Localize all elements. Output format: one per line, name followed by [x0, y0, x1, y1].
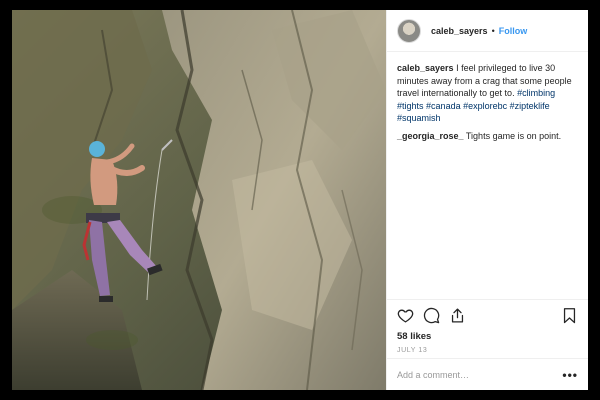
more-options-icon[interactable]: •••: [562, 369, 578, 381]
caption-username[interactable]: caleb_sayers: [397, 63, 454, 73]
follow-button[interactable]: Follow: [499, 26, 528, 36]
hashtag-link[interactable]: #zipteklife: [510, 101, 550, 111]
add-comment-bar: •••: [387, 358, 588, 390]
share-icon[interactable]: [449, 307, 466, 324]
post-header: caleb_sayers • Follow: [387, 10, 588, 52]
post-caption: caleb_sayers I feel privileged to live 3…: [397, 62, 578, 125]
post-date: JULY 13: [397, 347, 428, 354]
avatar[interactable]: [397, 18, 421, 43]
hashtag-link[interactable]: #tights: [397, 101, 424, 111]
author-username[interactable]: caleb_sayers: [431, 26, 488, 36]
hashtag-link[interactable]: #squamish: [397, 113, 441, 123]
comment-item: _georgia_rose_ Tights game is on point.: [397, 130, 578, 143]
post-photo[interactable]: [12, 10, 386, 390]
comments-section: caleb_sayers I feel privileged to live 3…: [387, 52, 588, 142]
comment-input[interactable]: [397, 369, 563, 380]
action-bar: [387, 300, 588, 330]
post-sidebar: caleb_sayers • Follow caleb_sayers I fee…: [386, 10, 588, 390]
comment-username[interactable]: _georgia_rose_: [397, 131, 464, 141]
climber-rock-photo: [12, 10, 386, 390]
likes-count[interactable]: 58 likes: [387, 330, 588, 344]
hashtag-link[interactable]: #canada: [426, 101, 461, 111]
heart-icon[interactable]: [397, 307, 414, 324]
bookmark-icon[interactable]: [561, 307, 578, 324]
comment-text: Tights game is on point.: [465, 130, 562, 141]
comment-icon[interactable]: [423, 307, 440, 324]
hashtag-link[interactable]: #explorebc: [463, 101, 507, 111]
post-actions-area: 58 likes JULY 13: [387, 299, 588, 354]
instagram-post: caleb_sayers • Follow caleb_sayers I fee…: [12, 10, 588, 390]
hashtag-link[interactable]: #climbing: [517, 88, 555, 98]
separator-dot: •: [491, 25, 495, 36]
